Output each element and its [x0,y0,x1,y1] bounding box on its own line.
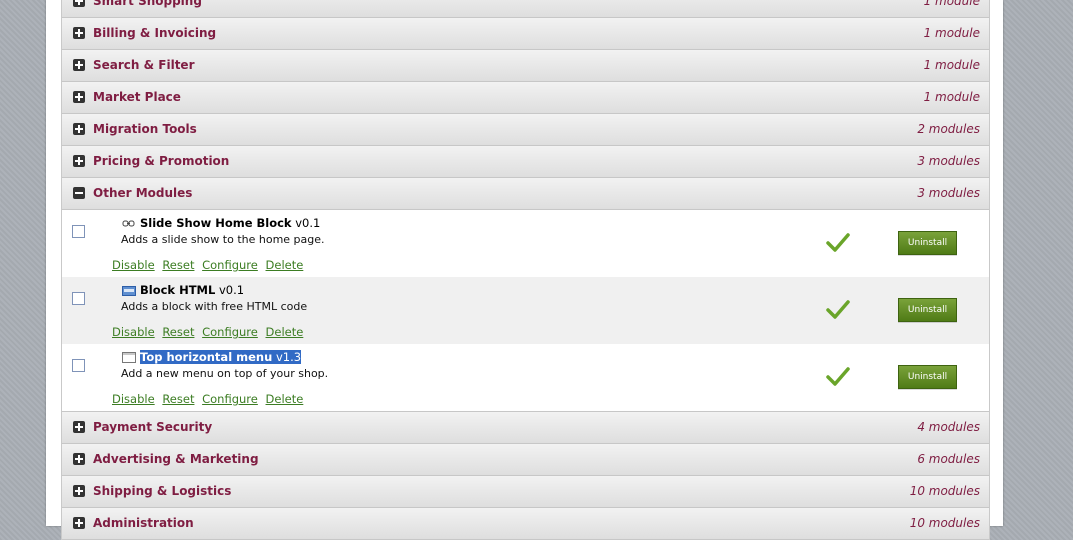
category-name: Market Place [93,90,181,104]
module-name: Block HTML [140,283,216,297]
category-count: 4 modules [917,420,980,434]
delete-link[interactable]: Delete [266,325,304,339]
expand-plus-icon[interactable] [73,0,85,7]
slideshow-icon [122,220,135,227]
module-select-checkbox[interactable] [72,225,85,238]
category-market-place[interactable]: Market Place 1 module [62,82,989,114]
category-name: Smart Shopping [93,0,202,8]
category-migration-tools[interactable]: Migration Tools 2 modules [62,114,989,146]
category-count: 2 modules [917,122,980,136]
modules-panel: Smart Shopping 1 module Billing & Invoic… [46,0,1003,540]
uninstall-button[interactable]: Uninstall [898,298,957,322]
category-search-filter[interactable]: Search & Filter 1 module [62,50,989,82]
module-row: Block HTML v0.1 Adds a block with free H… [62,277,989,344]
category-name: Pricing & Promotion [93,154,230,168]
module-actions: Disable Reset Configure Delete [112,325,307,339]
module-actions: Disable Reset Configure Delete [112,258,307,272]
category-other-modules[interactable]: Other Modules 3 modules [62,178,989,210]
module-description: Add a new menu on top of your shop. [121,367,329,380]
reset-link[interactable]: Reset [162,325,194,339]
module-title: Block HTML v0.1 [140,283,244,297]
reset-link[interactable]: Reset [162,392,194,406]
module-description: Adds a block with free HTML code [121,300,308,313]
category-name: Migration Tools [93,122,197,136]
expand-plus-icon[interactable] [73,27,85,39]
module-category-list: Smart Shopping 1 module Billing & Invoic… [61,0,990,540]
installed-check-icon [826,367,850,386]
expand-plus-icon[interactable] [73,421,85,433]
delete-link[interactable]: Delete [266,258,304,272]
category-smart-shopping[interactable]: Smart Shopping 1 module [62,0,989,18]
category-name: Advertising & Marketing [93,452,259,466]
category-count: 1 module [923,0,980,8]
reset-link[interactable]: Reset [162,258,194,272]
module-description: Adds a slide show to the home page. [121,233,325,246]
configure-link[interactable]: Configure [202,325,258,339]
category-shipping-logistics[interactable]: Shipping & Logistics 10 modules [62,476,989,508]
category-name: Billing & Invoicing [93,26,217,40]
category-billing-invoicing[interactable]: Billing & Invoicing 1 module [62,18,989,50]
uninstall-button[interactable]: Uninstall [898,365,957,389]
module-title: Top horizontal menu v1.3 [140,350,302,364]
installed-check-icon [826,233,850,252]
category-count: 1 module [923,26,980,40]
expand-plus-icon[interactable] [73,91,85,103]
category-name: Administration [93,516,194,530]
module-row: Top horizontal menu v1.3 Add a new menu … [62,344,989,412]
module-row: Slide Show Home Block v0.1 Adds a slide … [62,210,989,277]
collapse-minus-icon[interactable] [73,187,85,199]
disable-link[interactable]: Disable [112,325,155,339]
expand-plus-icon[interactable] [73,517,85,529]
module-actions: Disable Reset Configure Delete [112,392,307,406]
module-select-checkbox[interactable] [72,292,85,305]
category-name: Search & Filter [93,58,195,72]
expand-plus-icon[interactable] [73,123,85,135]
module-version: v1.3 [275,350,302,364]
category-name: Payment Security [93,420,213,434]
category-count: 1 module [923,58,980,72]
expand-plus-icon[interactable] [73,155,85,167]
disable-link[interactable]: Disable [112,258,155,272]
module-name: Top horizontal menu [140,350,273,364]
category-administration[interactable]: Administration 10 modules [62,508,989,540]
menu-window-icon [122,352,136,363]
module-version: v0.1 [218,283,245,297]
category-pricing-promotion[interactable]: Pricing & Promotion 3 modules [62,146,989,178]
category-count: 10 modules [909,484,980,498]
category-count: 1 module [923,90,980,104]
category-count: 10 modules [909,516,980,530]
category-advertising-marketing[interactable]: Advertising & Marketing 6 modules [62,444,989,476]
disable-link[interactable]: Disable [112,392,155,406]
category-name: Other Modules [93,186,193,200]
configure-link[interactable]: Configure [202,392,258,406]
module-title: Slide Show Home Block v0.1 [140,216,320,230]
category-payment-security[interactable]: Payment Security 4 modules [62,412,989,444]
module-select-checkbox[interactable] [72,359,85,372]
category-count: 3 modules [917,186,980,200]
module-name: Slide Show Home Block [140,216,292,230]
category-count: 3 modules [917,154,980,168]
module-version: v0.1 [295,216,321,230]
uninstall-button[interactable]: Uninstall [898,231,957,255]
expand-plus-icon[interactable] [73,59,85,71]
category-name: Shipping & Logistics [93,484,232,498]
delete-link[interactable]: Delete [266,392,304,406]
configure-link[interactable]: Configure [202,258,258,272]
category-count: 6 modules [917,452,980,466]
installed-check-icon [826,300,850,319]
html-block-icon [122,286,136,296]
expand-plus-icon[interactable] [73,453,85,465]
expand-plus-icon[interactable] [73,485,85,497]
